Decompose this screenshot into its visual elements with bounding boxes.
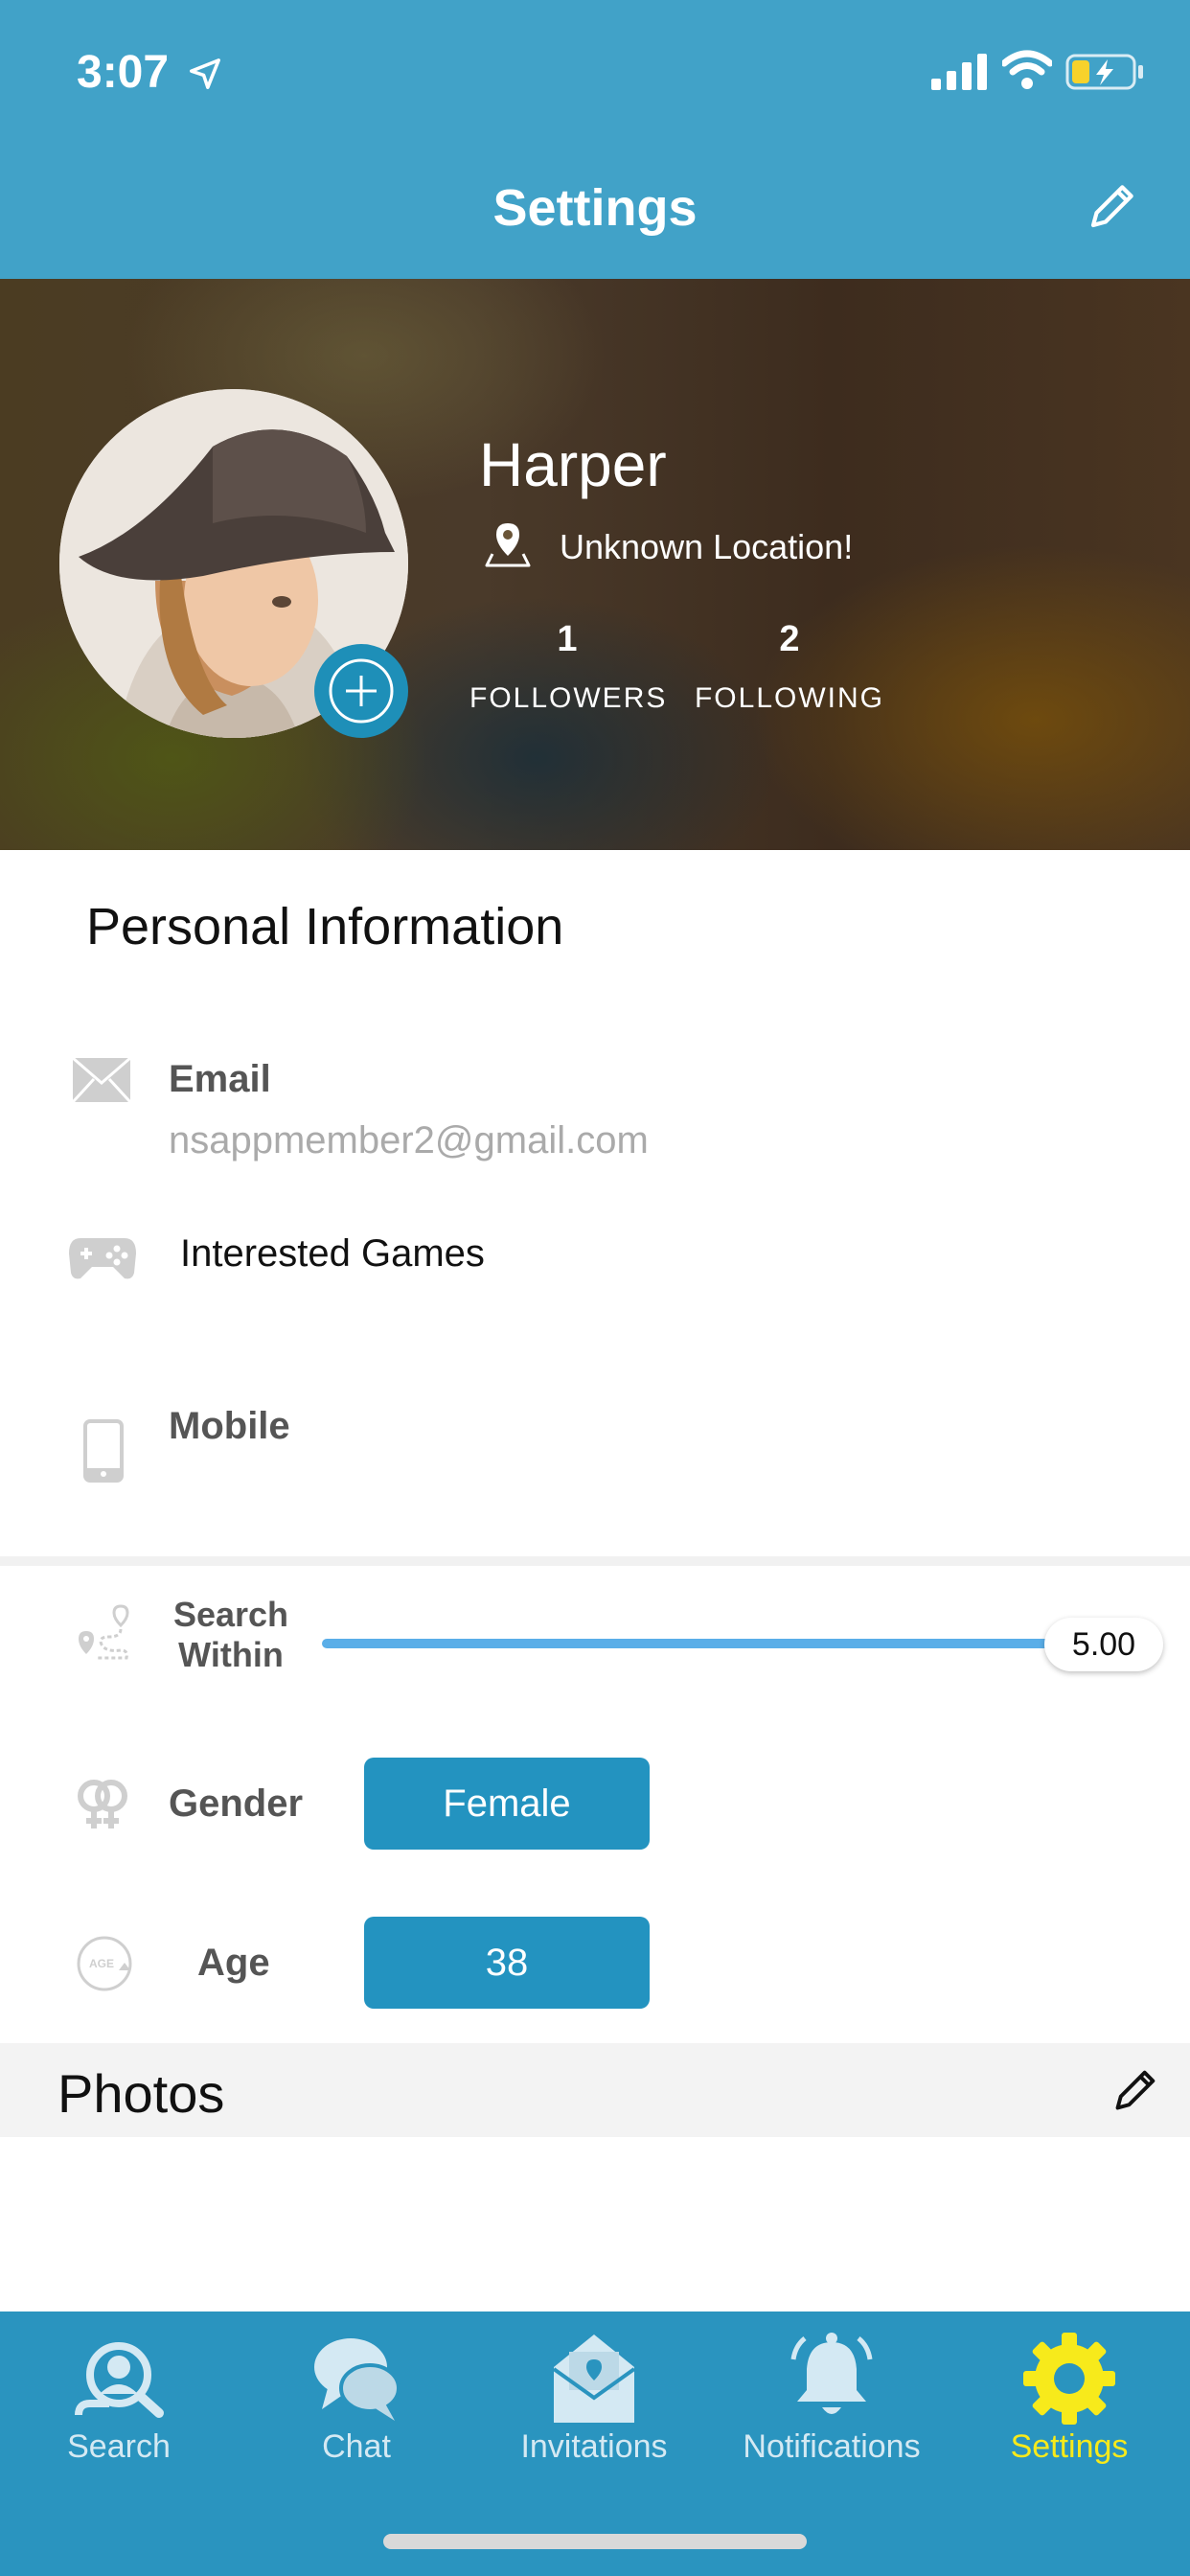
search-within-line-2: Within (178, 1635, 284, 1674)
tab-invitations[interactable]: Invitations (475, 2312, 713, 2503)
page-title: Settings (492, 179, 698, 237)
cellular-signal-icon (931, 54, 987, 90)
edit-photos-pencil-icon[interactable] (1111, 2064, 1161, 2114)
tab-label-search: Search (67, 2428, 171, 2465)
mobile-phone-icon (83, 1419, 124, 1483)
edit-profile-pencil-icon[interactable] (1087, 178, 1140, 232)
tab-search[interactable]: Search (0, 2312, 238, 2503)
mobile-label: Mobile (169, 1405, 290, 1447)
following-count[interactable]: 2 (701, 619, 878, 660)
tab-label-chat: Chat (322, 2428, 391, 2465)
age-label: Age (197, 1942, 270, 1984)
email-value[interactable]: nsappmember2@gmail.com (169, 1119, 649, 1162)
interested-games-label[interactable]: Interested Games (180, 1232, 485, 1276)
profile-location: Unknown Location! (560, 527, 854, 566)
search-distance-icon (79, 1604, 129, 1660)
following-label[interactable]: FOLLOWING (692, 682, 887, 715)
tab-chat[interactable]: Chat (238, 2312, 475, 2503)
search-distance-slider[interactable] (322, 1639, 1050, 1648)
invitation-icon (552, 2334, 636, 2423)
plus-circle-icon (329, 658, 394, 724)
wifi-icon (1002, 50, 1052, 89)
battery-icon (1065, 54, 1143, 90)
bell-icon (790, 2333, 873, 2414)
add-photo-button[interactable] (314, 644, 408, 738)
gamepad-icon (69, 1238, 136, 1279)
tab-notifications[interactable]: Notifications (713, 2312, 950, 2503)
search-user-icon (75, 2342, 164, 2418)
chat-icon (314, 2338, 400, 2421)
tab-settings[interactable]: Settings (950, 2312, 1188, 2503)
location-pin-icon (485, 523, 531, 567)
gender-select[interactable]: Female (364, 1758, 650, 1850)
followers-label[interactable]: FOLLOWERS (469, 682, 665, 715)
email-icon (71, 1056, 132, 1104)
gender-label: Gender (169, 1782, 304, 1825)
tab-label-notifications: Notifications (743, 2428, 921, 2465)
age-icon-text: AGE (89, 1957, 114, 1970)
photos-title: Photos (57, 2063, 225, 2124)
age-icon: AGE (77, 1936, 132, 1991)
section-divider (0, 1556, 1190, 1566)
age-select[interactable]: 38 (364, 1917, 650, 2009)
gear-icon (1023, 2333, 1115, 2425)
search-within-label: Search Within (151, 1595, 310, 1675)
email-label: Email (169, 1058, 271, 1100)
tab-label-settings: Settings (1010, 2428, 1129, 2465)
search-within-line-1: Search (172, 1595, 289, 1634)
location-arrow-icon (190, 58, 220, 89)
search-distance-value[interactable]: 5.00 (1044, 1618, 1163, 1671)
followers-count[interactable]: 1 (479, 619, 655, 660)
tab-label-invitations: Invitations (520, 2428, 668, 2465)
home-indicator[interactable] (383, 2534, 807, 2549)
profile-name: Harper (479, 430, 667, 499)
gender-icon (78, 1780, 127, 1828)
status-time: 3:07 (77, 47, 170, 98)
personal-info-title: Personal Information (86, 898, 564, 955)
